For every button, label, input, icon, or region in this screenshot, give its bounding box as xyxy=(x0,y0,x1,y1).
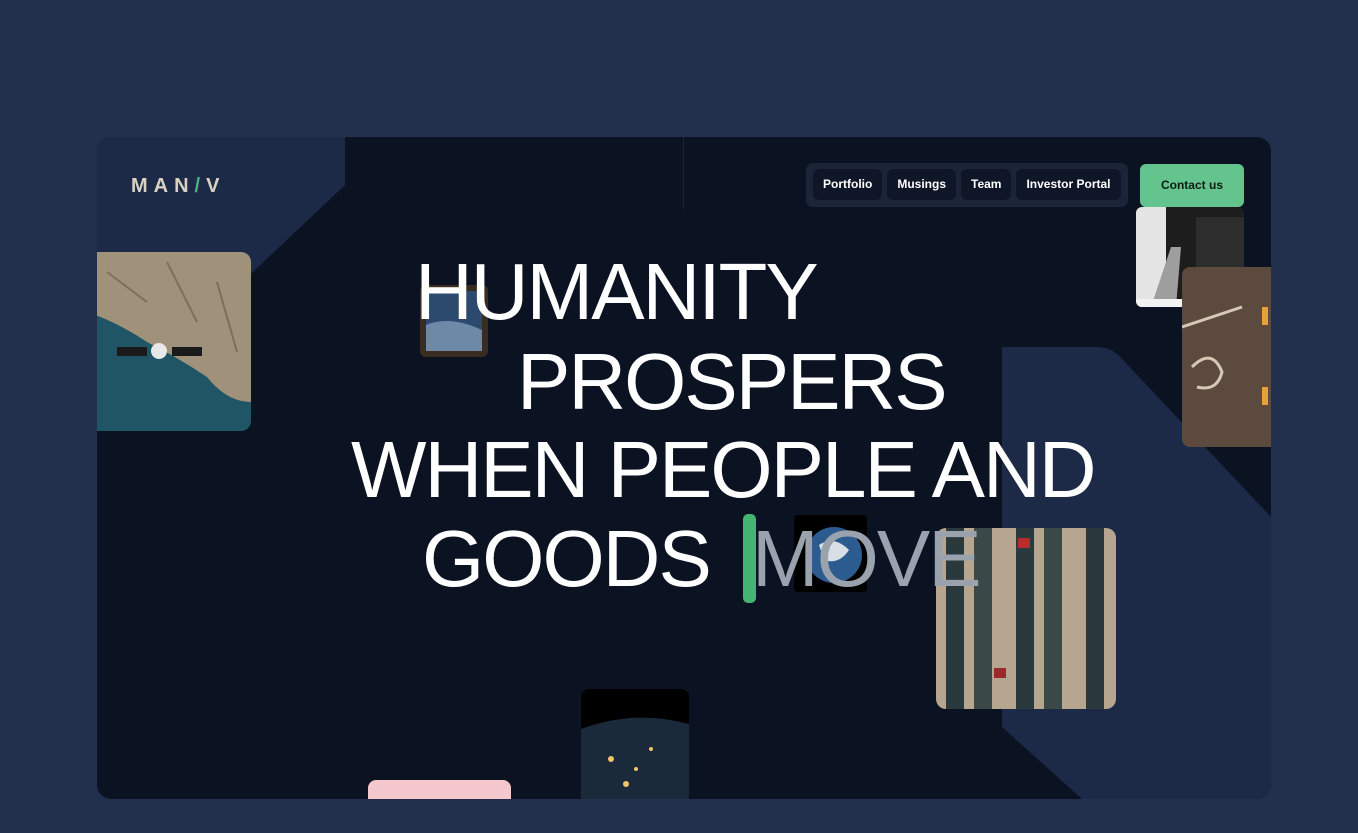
hero-line-4-solid: GOODS xyxy=(422,514,712,603)
hero-line-2: PROSPERS xyxy=(517,337,948,426)
road-markings-image xyxy=(1182,267,1271,447)
hero-line-3: WHEN PEOPLE AND xyxy=(351,425,1097,514)
nav-divider xyxy=(683,137,684,209)
contact-button[interactable]: Contact us xyxy=(1140,164,1244,207)
brand-logo[interactable]: MAN/V xyxy=(131,175,225,198)
logo-slash: / xyxy=(194,175,207,197)
nav-item-musings[interactable]: Musings xyxy=(887,169,956,200)
main-nav: Portfolio Musings Team Investor Portal xyxy=(806,163,1128,207)
satellite-coast-image xyxy=(97,252,251,431)
hero-line-4-dim: MOVE xyxy=(752,514,982,603)
nav-item-portfolio[interactable]: Portfolio xyxy=(813,169,883,200)
hero-line-1: HUMANITY xyxy=(415,247,819,336)
logo-text-right: V xyxy=(206,175,226,197)
earth-night-lights-image xyxy=(581,689,689,799)
logo-text-left: MAN xyxy=(131,175,195,197)
nav-item-investor-portal[interactable]: Investor Portal xyxy=(1016,169,1121,200)
pink-card-image xyxy=(368,780,511,799)
nav-item-team[interactable]: Team xyxy=(961,169,1012,200)
hero-frame: MAN/V Portfolio Musings Team Investor Po… xyxy=(97,137,1271,799)
